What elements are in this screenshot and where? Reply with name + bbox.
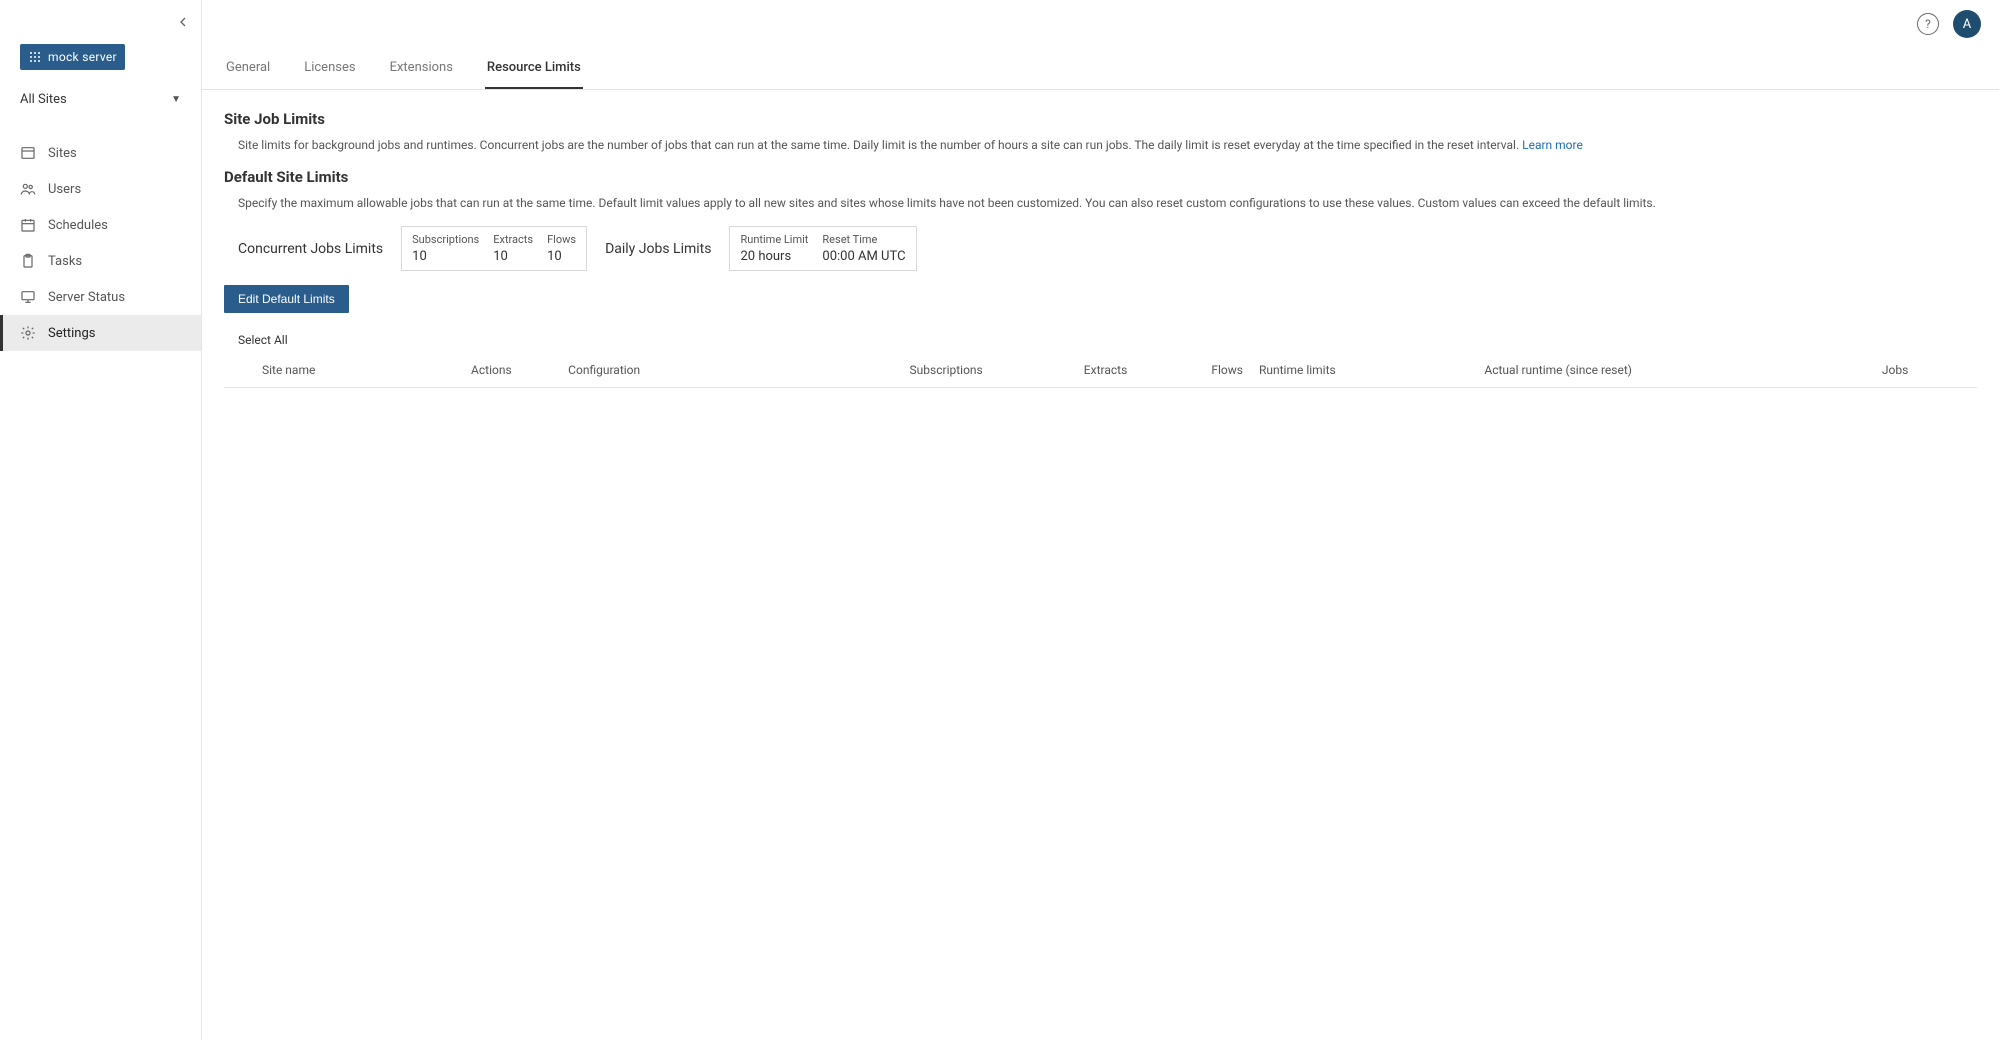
limit-head: Subscriptions: [412, 233, 479, 246]
edit-default-limits-button[interactable]: Edit Default Limits: [224, 285, 349, 313]
sidebar-item-label: Tasks: [48, 254, 82, 269]
topbar: ? A: [202, 0, 1999, 48]
daily-limits-label: Daily Jobs Limits: [605, 241, 711, 257]
tab-resource-limits[interactable]: Resource Limits: [485, 48, 583, 89]
col-jobs[interactable]: Jobs: [1874, 353, 1977, 388]
sidebar-item-settings[interactable]: Settings: [0, 315, 201, 351]
limit-col: Runtime Limit 20 hours: [740, 233, 808, 264]
window-icon: [20, 145, 36, 161]
section-desc-site-job-limits: Site limits for background jobs and runt…: [238, 136, 1977, 154]
gear-icon: [20, 325, 36, 341]
limit-value: 20 hours: [740, 249, 808, 264]
limit-value: 10: [547, 249, 576, 264]
monitor-icon: [20, 289, 36, 305]
col-configuration[interactable]: Configuration: [560, 353, 774, 388]
clipboard-icon: [20, 253, 36, 269]
col-actions: Actions: [423, 353, 561, 388]
col-extracts[interactable]: Extracts: [991, 353, 1136, 388]
sidebar-item-label: Settings: [48, 326, 95, 341]
col-flows[interactable]: Flows: [1135, 353, 1251, 388]
limit-value: 10: [412, 249, 479, 264]
section-title-default-site-limits: Default Site Limits: [224, 168, 1977, 186]
sidebar-item-users[interactable]: Users: [0, 171, 201, 207]
sidebar-item-label: Users: [48, 182, 81, 197]
site-selector-label: All Sites: [20, 92, 67, 107]
avatar[interactable]: A: [1953, 10, 1981, 38]
content-area: ? A General Licenses Extensions Resource Li…: [202, 0, 1999, 1040]
col-actual-runtime[interactable]: Actual runtime (since reset): [1476, 353, 1873, 388]
col-site-name[interactable]: Site name: [254, 353, 423, 388]
collapse-sidebar-button[interactable]: [175, 14, 191, 34]
learn-more-link[interactable]: Learn more: [1522, 138, 1583, 152]
limit-head: Flows: [547, 233, 576, 246]
limit-head: Extracts: [493, 233, 533, 246]
limit-head: Reset Time: [822, 233, 905, 246]
col-checkbox: [224, 353, 254, 388]
limits-row: Concurrent Jobs Limits Subscriptions10Ex…: [238, 226, 1977, 271]
sites-table: Site name Actions Configuration Subscrip…: [224, 353, 1977, 388]
tabs: General Licenses Extensions Resource Limits: [202, 48, 1999, 90]
brand-icon: [28, 50, 42, 64]
daily-limits-box: Runtime Limit 20 hours Reset Time 00:00 AM …: [729, 226, 916, 271]
section-desc-default-site-limits: Specify the maximum allowable jobs that …: [238, 194, 1977, 212]
main-panel: Site Job Limits Site limits for backgrou…: [202, 90, 1999, 1040]
concurrent-limits-box: Subscriptions 10 Extracts 10 Flows 10: [401, 226, 587, 271]
sidebar-item-label: Server Status: [48, 290, 125, 305]
sidebar-item-label: Sites: [48, 146, 77, 161]
limit-col: Flows 10: [547, 233, 576, 264]
limit-col: Extracts 10: [493, 233, 533, 264]
select-all-link[interactable]: Select All: [238, 333, 288, 347]
site-selector[interactable]: All Sites ▼: [0, 84, 201, 121]
tab-general[interactable]: General: [224, 48, 272, 89]
chevron-down-icon: ▼: [171, 94, 181, 105]
users-icon: [20, 181, 36, 197]
tab-extensions[interactable]: Extensions: [388, 48, 455, 89]
sidebar-item-tasks[interactable]: Tasks: [0, 243, 201, 279]
limit-value: 00:00 AM UTC: [822, 249, 905, 264]
sidebar: mock server All Sites ▼ Sites Users Schedu…: [0, 0, 202, 1040]
limit-value: 10: [493, 249, 533, 264]
sidebar-item-server-status[interactable]: Server Status: [0, 279, 201, 315]
help-icon[interactable]: ?: [1917, 13, 1939, 35]
section-title-site-job-limits: Site Job Limits: [224, 110, 1977, 128]
sidebar-item-label: Schedules: [48, 218, 108, 233]
sidebar-item-sites[interactable]: Sites: [0, 135, 201, 171]
brand-text: mock server: [48, 50, 117, 64]
concurrent-limits-label: Concurrent Jobs Limits: [238, 241, 383, 257]
calendar-icon: [20, 217, 36, 233]
limit-col: Subscriptions 10: [412, 233, 479, 264]
col-runtime-limits[interactable]: Runtime limits: [1251, 353, 1476, 388]
limit-head: Runtime Limit: [740, 233, 808, 246]
sidebar-nav: Sites Users Schedules Tasks Server Status Set…: [0, 135, 201, 351]
sidebar-item-schedules[interactable]: Schedules: [0, 207, 201, 243]
tab-licenses[interactable]: Licenses: [302, 48, 357, 89]
brand-logo: mock server: [0, 0, 201, 84]
col-subscriptions[interactable]: Subscriptions: [774, 353, 991, 388]
limit-col: Reset Time 00:00 AM UTC: [822, 233, 905, 264]
